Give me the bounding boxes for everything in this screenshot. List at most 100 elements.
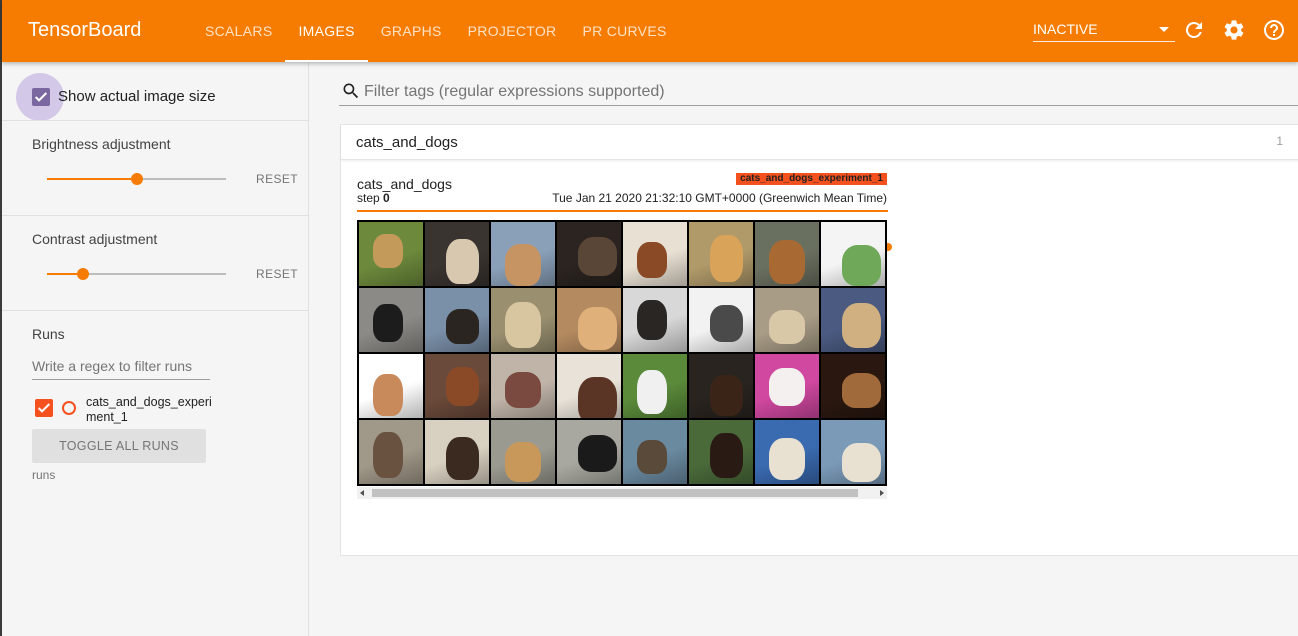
pet-thumbnail: [623, 354, 687, 418]
show-actual-size-toggle[interactable]: Show actual image size: [16, 73, 306, 121]
dashboard-tabs: SCALARS IMAGES GRAPHS PROJECTOR PR CURVE…: [192, 0, 680, 62]
pet-figure: [710, 375, 743, 416]
pet-figure: [842, 443, 881, 482]
pet-thumbnail: [755, 354, 819, 418]
pet-figure: [505, 302, 541, 348]
pet-figure: [446, 239, 479, 284]
pet-figure: [505, 442, 541, 482]
help-icon[interactable]: [1262, 18, 1286, 42]
pet-thumbnail: [359, 222, 423, 286]
pet-figure: [710, 235, 743, 282]
pet-figure: [769, 310, 805, 344]
image-timestamp: Tue Jan 21 2020 21:32:10 GMT+0000 (Green…: [552, 191, 887, 205]
pet-figure: [637, 300, 667, 340]
toggle-all-runs-button[interactable]: TOGGLE ALL RUNS: [32, 429, 206, 463]
pet-thumbnail: [425, 420, 489, 484]
pet-thumbnail: [491, 222, 555, 286]
pet-thumbnail: [755, 288, 819, 352]
contrast-label: Contrast adjustment: [32, 231, 158, 247]
pet-figure: [578, 237, 617, 276]
pet-figure: [769, 368, 805, 406]
pet-figure: [637, 370, 667, 414]
inactive-dashboards-select[interactable]: INACTIVE: [1033, 18, 1175, 42]
search-placeholder: Filter tags (regular expressions support…: [364, 83, 665, 100]
pet-figure: [446, 437, 479, 480]
scroll-left-icon[interactable]: [360, 490, 364, 496]
pet-figure: [637, 242, 667, 278]
contrast-reset-button[interactable]: RESET: [256, 267, 298, 281]
brightness-slider[interactable]: [47, 169, 226, 189]
brightness-reset-button[interactable]: RESET: [256, 172, 298, 186]
refresh-icon[interactable]: [1182, 18, 1206, 42]
scroll-right-icon[interactable]: [880, 490, 884, 496]
show-actual-size-checkbox[interactable]: [32, 88, 50, 106]
pet-thumbnail: [491, 354, 555, 418]
run-filter-input[interactable]: Write a regex to filter runs: [32, 351, 210, 380]
pet-figure: [505, 372, 541, 408]
image-tag: cats_and_dogs: [357, 176, 452, 192]
app-title: TensorBoard: [28, 19, 142, 41]
search-icon: [343, 83, 359, 99]
pet-thumbnail: [689, 420, 753, 484]
tab-graphs[interactable]: GRAPHS: [368, 0, 455, 62]
pet-thumbnail: [755, 222, 819, 286]
pet-thumbnail: [623, 288, 687, 352]
slider-knob[interactable]: [76, 268, 89, 280]
pet-thumbnail: [821, 288, 885, 352]
step-slider[interactable]: [357, 210, 892, 251]
tag-filter-input[interactable]: Filter tags (regular expressions support…: [339, 78, 1298, 106]
settings-icon[interactable]: [1222, 18, 1246, 42]
pet-thumbnail: [821, 420, 885, 484]
pet-thumbnail: [359, 354, 423, 418]
pet-figure: [710, 433, 743, 478]
pet-figure: [710, 305, 743, 342]
run-color-radio[interactable]: [62, 401, 76, 415]
pet-thumbnail: [623, 420, 687, 484]
pet-thumbnail: [491, 288, 555, 352]
checkmark-icon: [37, 403, 51, 413]
pet-figure: [769, 438, 805, 480]
slider-fill: [47, 178, 137, 180]
runs-title: Runs: [32, 326, 65, 342]
pet-thumbnail: [557, 354, 621, 418]
pet-thumbnail: [821, 222, 885, 286]
scrollbar-thumb[interactable]: [372, 489, 858, 497]
pet-figure: [373, 304, 403, 342]
divider: [2, 120, 309, 121]
step-value: 0: [383, 191, 390, 205]
checkmark-icon: [34, 92, 48, 102]
pet-figure: [373, 234, 403, 268]
pet-figure: [373, 374, 403, 416]
pet-figure: [578, 377, 617, 418]
image-grid: [357, 220, 887, 486]
pet-thumbnail: [821, 354, 885, 418]
pet-figure: [578, 307, 617, 350]
divider: [2, 215, 309, 216]
tab-pr-curves[interactable]: PR CURVES: [569, 0, 679, 62]
category-count: 1: [1276, 134, 1283, 148]
pet-figure: [842, 303, 881, 348]
step-label: step 0: [357, 191, 390, 205]
pet-thumbnail: [359, 288, 423, 352]
pet-thumbnail: [689, 222, 753, 286]
horizontal-scrollbar[interactable]: [357, 487, 887, 499]
pet-thumbnail: [689, 288, 753, 352]
pet-thumbnail: [689, 354, 753, 418]
pet-figure: [446, 367, 479, 406]
select-value: INACTIVE: [1033, 21, 1098, 37]
tab-projector[interactable]: PROJECTOR: [455, 0, 570, 62]
tab-images[interactable]: IMAGES: [285, 0, 369, 62]
slider-knob[interactable]: [130, 173, 143, 185]
run-chip: cats_and_dogs_experiment_1: [736, 173, 887, 185]
tag-category-pane: cats_and_dogs 1 cats_and_dogs_experiment…: [340, 124, 1298, 556]
pet-thumbnail: [425, 288, 489, 352]
run-checkbox[interactable]: [35, 399, 53, 417]
pet-figure: [578, 435, 617, 472]
pet-figure: [505, 244, 541, 286]
sidebar: Show actual image size Brightness adjust…: [2, 62, 309, 636]
category-header[interactable]: cats_and_dogs 1: [341, 125, 1298, 160]
tab-scalars[interactable]: SCALARS: [192, 0, 285, 62]
contrast-slider[interactable]: [47, 264, 226, 284]
show-actual-size-label: Show actual image size: [58, 88, 216, 105]
run-item[interactable]: cats_and_dogs_experiment_1: [35, 394, 305, 430]
